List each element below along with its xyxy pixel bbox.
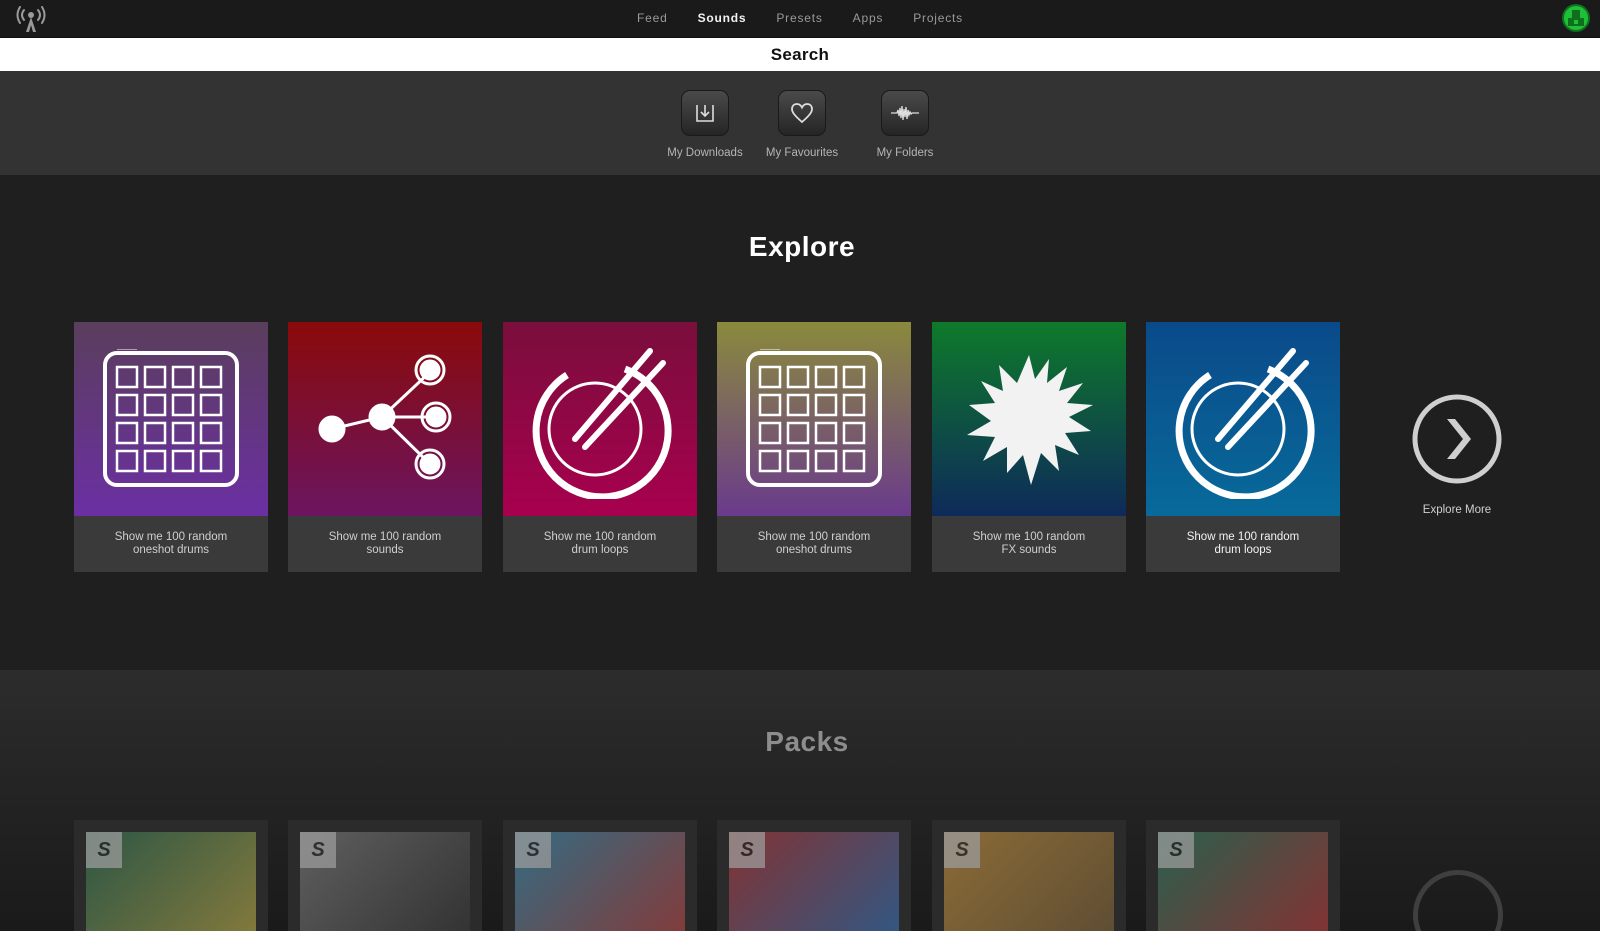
pack-badge-icon: S — [729, 832, 765, 868]
quick-links: My Downloads My Favourites My Folders — [0, 71, 1600, 175]
pack-badge-icon: S — [1158, 832, 1194, 868]
nav-feed[interactable]: Feed — [622, 11, 683, 25]
explore-card-drum-loops[interactable]: Show me 100 random drum loops — [503, 322, 697, 572]
card-label: Show me 100 random oneshot drums — [114, 531, 228, 556]
main-nav: Feed Sounds Presets Apps Projects — [0, 0, 1600, 36]
download-icon[interactable] — [681, 90, 729, 136]
drum-sticks-icon — [532, 348, 672, 499]
top-bar: Feed Sounds Presets Apps Projects — [0, 0, 1600, 38]
card-art — [932, 322, 1126, 516]
drum-pad-icon — [746, 349, 882, 487]
pack-card[interactable]: S — [932, 820, 1126, 931]
share-nodes-icon — [318, 354, 452, 480]
pack-badge-icon: S — [300, 832, 336, 868]
search-label: Search — [770, 44, 830, 64]
packs-section: Packs S S S S S S — [0, 670, 1600, 931]
card-label: Show me 100 random sounds — [328, 531, 442, 556]
my-folders-link[interactable]: My Folders — [855, 90, 955, 159]
pack-card[interactable]: S — [74, 820, 268, 931]
card-art — [1146, 322, 1340, 516]
pack-card[interactable]: S — [503, 820, 697, 931]
explore-more-button[interactable]: Explore More — [1405, 393, 1509, 516]
explore-card-oneshot-drums[interactable]: Show me 100 random oneshot drums — [74, 322, 268, 572]
my-downloads-label: My Downloads — [667, 147, 743, 159]
pack-badge-icon: S — [515, 832, 551, 868]
explore-more-label: Explore More — [1422, 504, 1492, 516]
card-label: Show me 100 random FX sounds — [972, 531, 1086, 556]
pack-badge-icon: S — [86, 832, 122, 868]
card-art — [288, 322, 482, 516]
card-label: Show me 100 random drum loops — [543, 531, 657, 556]
user-avatar[interactable] — [1562, 4, 1590, 32]
my-downloads-link[interactable]: My Downloads — [655, 90, 755, 159]
explore-card-oneshot-drums-2[interactable]: Show me 100 random oneshot drums — [717, 322, 911, 572]
splash-icon — [967, 355, 1093, 485]
pack-badge-icon: S — [944, 832, 980, 868]
explore-title: Explore — [748, 231, 856, 262]
search-bar[interactable]: Search — [0, 38, 1600, 71]
drum-sticks-icon — [1175, 348, 1315, 499]
my-favourites-link[interactable]: My Favourites — [752, 90, 852, 159]
pack-card[interactable]: S — [1146, 820, 1340, 931]
nav-projects[interactable]: Projects — [898, 11, 978, 25]
explore-card-drum-loops-2[interactable]: Show me 100 random drum loops — [1146, 322, 1340, 572]
card-art — [503, 322, 697, 516]
my-favourites-label: My Favourites — [765, 147, 839, 159]
waveform-icon[interactable] — [881, 90, 929, 136]
card-art — [74, 322, 268, 516]
explore-card-fx-sounds[interactable]: Show me 100 random FX sounds — [932, 322, 1126, 572]
drum-pad-icon — [103, 349, 239, 487]
packs-more-button[interactable] — [1413, 870, 1503, 931]
packs-title: Packs — [765, 726, 849, 757]
card-label: Show me 100 random oneshot drums — [757, 531, 871, 556]
card-label: Show me 100 random drum loops — [1186, 531, 1300, 556]
explore-card-sounds[interactable]: Show me 100 random sounds — [288, 322, 482, 572]
pack-card[interactable]: S — [717, 820, 911, 931]
chevron-right-circle-icon[interactable] — [1411, 393, 1503, 485]
my-folders-label: My Folders — [876, 147, 934, 159]
card-art — [717, 322, 911, 516]
explore-section: Explore Show me 100 randomoneshot drums — [0, 175, 1600, 670]
pack-card[interactable]: S — [288, 820, 482, 931]
nav-apps[interactable]: Apps — [838, 11, 899, 25]
nav-sounds[interactable]: Sounds — [683, 11, 762, 25]
nav-presets[interactable]: Presets — [761, 11, 837, 25]
heart-icon[interactable] — [778, 90, 826, 136]
